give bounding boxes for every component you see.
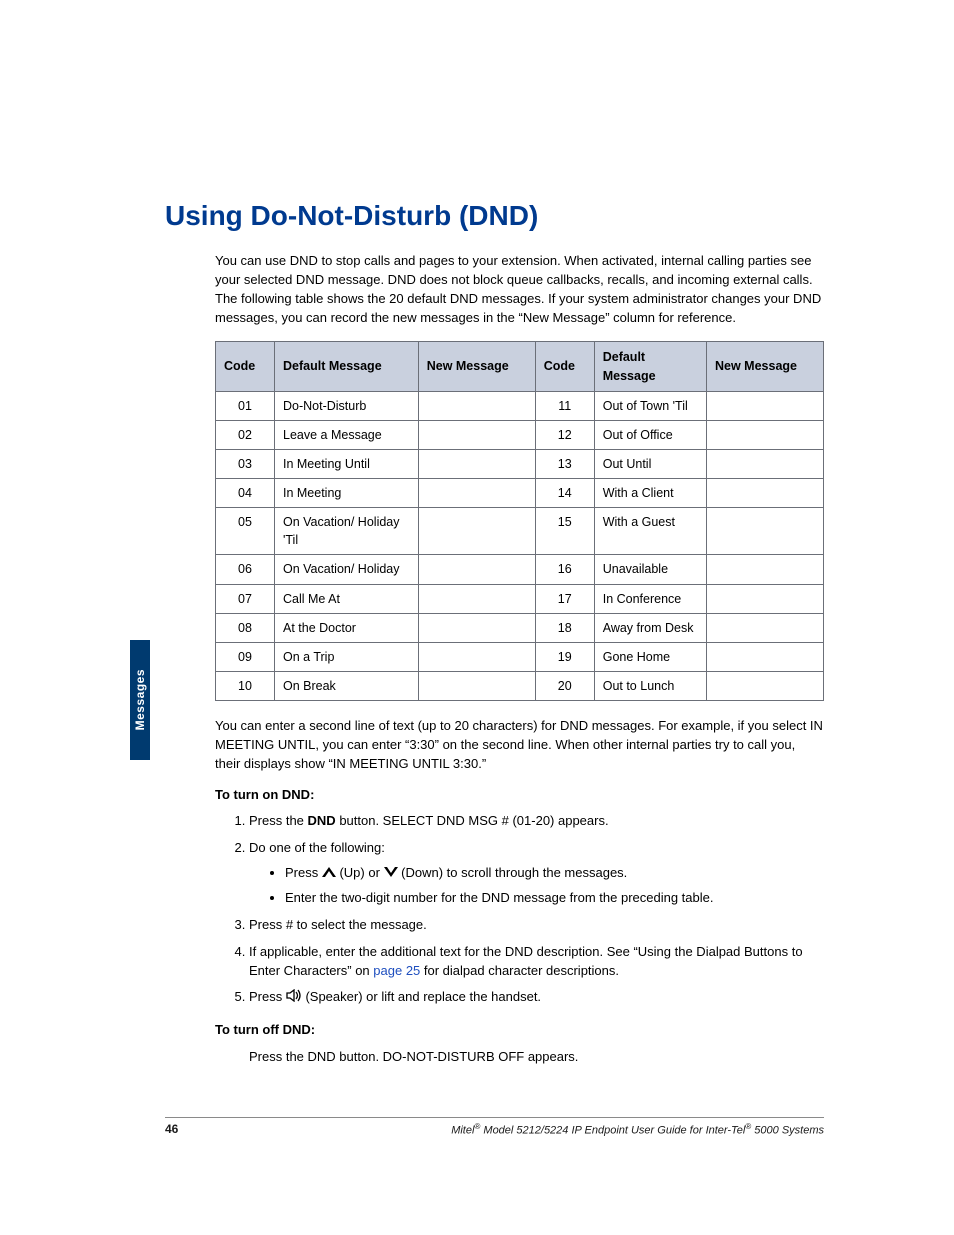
option-enter-number: Enter the two-digit number for the DND m… [285, 889, 824, 908]
cell-code: 04 [216, 479, 275, 508]
table-row: 09On a Trip 19Gone Home [216, 642, 824, 671]
page-footer: 46 Mitel® Model 5212/5224 IP Endpoint Us… [165, 1117, 824, 1137]
cell-default: Out Until [594, 449, 706, 478]
cell-code: 20 [535, 671, 594, 700]
cell-code: 18 [535, 613, 594, 642]
cell-default: Out to Lunch [594, 671, 706, 700]
cell-newmsg [707, 449, 824, 478]
cell-newmsg [418, 613, 535, 642]
cell-newmsg [418, 479, 535, 508]
second-line-paragraph: You can enter a second line of text (up … [215, 717, 824, 774]
cell-code: 16 [535, 555, 594, 584]
step-5: Press (Speaker) or lift and replace the … [249, 988, 824, 1007]
step-2: Do one of the following: Press (Up) or (… [249, 839, 824, 908]
step-3: Press # to select the message. [249, 916, 824, 935]
th-default: Default Message [275, 342, 419, 391]
turn-off-body: Press the DND button. DO-NOT-DISTURB OFF… [249, 1048, 824, 1067]
th-new: New Message [418, 342, 535, 391]
cell-default: On Vacation/ Holiday [275, 555, 419, 584]
th-new: New Message [707, 342, 824, 391]
cell-newmsg [418, 642, 535, 671]
cell-code: 11 [535, 391, 594, 420]
cell-default: Call Me At [275, 584, 419, 613]
table-row: 02Leave a Message 12Out of Office [216, 420, 824, 449]
cell-code: 17 [535, 584, 594, 613]
table-row: 01Do-Not-Disturb 11Out of Town 'Til [216, 391, 824, 420]
cell-newmsg [418, 671, 535, 700]
cell-newmsg [418, 555, 535, 584]
cell-code: 15 [535, 508, 594, 555]
cell-default: In Meeting Until [275, 449, 419, 478]
option-scroll: Press (Up) or (Down) to scroll through t… [285, 864, 824, 883]
cell-code: 09 [216, 642, 275, 671]
cell-default: Out of Town 'Til [594, 391, 706, 420]
cell-default: With a Guest [594, 508, 706, 555]
table-row: 04In Meeting 14With a Client [216, 479, 824, 508]
step-4: If applicable, enter the additional text… [249, 943, 824, 981]
cell-newmsg [418, 449, 535, 478]
cell-default: Do-Not-Disturb [275, 391, 419, 420]
cell-newmsg [707, 555, 824, 584]
th-code: Code [216, 342, 275, 391]
cell-code: 06 [216, 555, 275, 584]
cell-newmsg [707, 391, 824, 420]
cell-default: Unavailable [594, 555, 706, 584]
table-row: 06On Vacation/ Holiday 16Unavailable [216, 555, 824, 584]
cell-code: 13 [535, 449, 594, 478]
step-1: Press the DND button. SELECT DND MSG # (… [249, 812, 824, 831]
cell-code: 14 [535, 479, 594, 508]
dnd-messages-table: Code Default Message New Message Code De… [215, 341, 824, 701]
table-row: 10On Break 20Out to Lunch [216, 671, 824, 700]
step-2-options: Press (Up) or (Down) to scroll through t… [271, 864, 824, 908]
cell-code: 05 [216, 508, 275, 555]
cell-default: Gone Home [594, 642, 706, 671]
cell-code: 07 [216, 584, 275, 613]
cell-newmsg [418, 508, 535, 555]
cell-default: At the Doctor [275, 613, 419, 642]
turn-on-heading: To turn on DND: [215, 786, 824, 805]
cell-code: 10 [216, 671, 275, 700]
cell-default: Out of Office [594, 420, 706, 449]
cell-newmsg [707, 479, 824, 508]
table-row: 03In Meeting Until 13Out Until [216, 449, 824, 478]
down-arrow-icon [384, 864, 398, 883]
cell-newmsg [418, 584, 535, 613]
intro-paragraph: You can use DND to stop calls and pages … [215, 252, 824, 327]
up-arrow-icon [322, 864, 336, 883]
th-code: Code [535, 342, 594, 391]
cell-newmsg [707, 671, 824, 700]
th-default: Default Message [594, 342, 706, 391]
cell-code: 08 [216, 613, 275, 642]
cell-newmsg [707, 584, 824, 613]
cell-default: Leave a Message [275, 420, 419, 449]
cell-newmsg [707, 642, 824, 671]
cell-code: 19 [535, 642, 594, 671]
cell-default: Away from Desk [594, 613, 706, 642]
cell-default: With a Client [594, 479, 706, 508]
cell-newmsg [707, 613, 824, 642]
cell-newmsg [707, 508, 824, 555]
cell-code: 12 [535, 420, 594, 449]
cell-newmsg [707, 420, 824, 449]
cell-newmsg [418, 420, 535, 449]
speaker-icon [286, 989, 302, 1008]
page-25-link[interactable]: page 25 [373, 963, 420, 978]
table-row: 07Call Me At 17In Conference [216, 584, 824, 613]
cell-code: 01 [216, 391, 275, 420]
cell-default: On Vacation/ Holiday 'Til [275, 508, 419, 555]
cell-default: In Meeting [275, 479, 419, 508]
footer-text: Mitel® Model 5212/5224 IP Endpoint User … [451, 1122, 824, 1137]
page-title: Using Do-Not-Disturb (DND) [165, 200, 824, 232]
page-number: 46 [165, 1122, 178, 1137]
table-row: 05On Vacation/ Holiday 'Til 15With a Gues… [216, 508, 824, 555]
turn-on-steps: Press the DND button. SELECT DND MSG # (… [233, 812, 824, 1007]
cell-default: On a Trip [275, 642, 419, 671]
table-row: 08At the Doctor 18Away from Desk [216, 613, 824, 642]
cell-default: On Break [275, 671, 419, 700]
cell-default: In Conference [594, 584, 706, 613]
cell-code: 03 [216, 449, 275, 478]
cell-code: 02 [216, 420, 275, 449]
turn-off-heading: To turn off DND: [215, 1021, 824, 1040]
cell-newmsg [418, 391, 535, 420]
